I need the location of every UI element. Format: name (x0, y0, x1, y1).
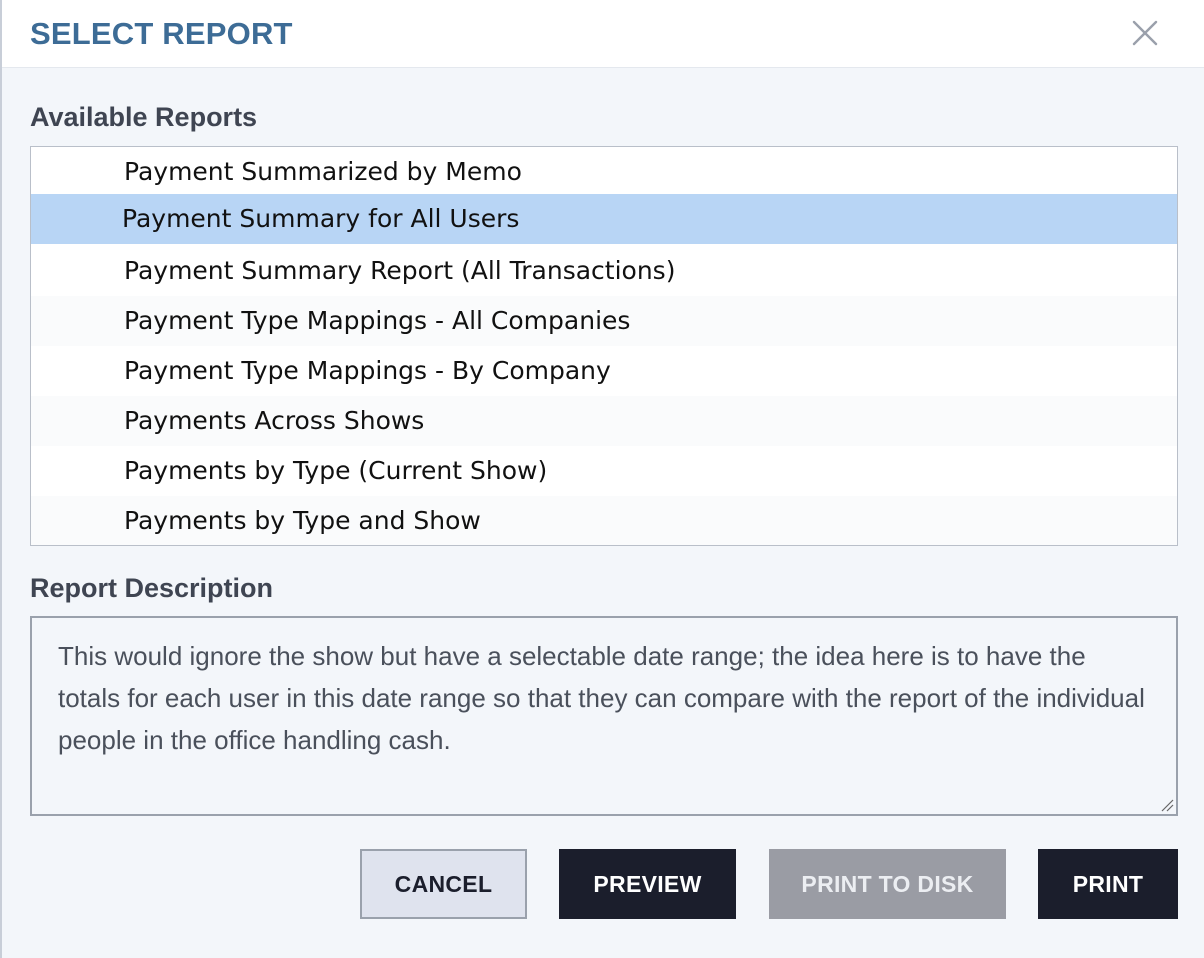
report-list-item[interactable]: Payment Summarized by Memo (31, 147, 1177, 197)
report-list-item[interactable]: Payment Type Mappings - All Companies (31, 296, 1177, 346)
report-list-item-selected[interactable]: Payment Summary for All Users (31, 194, 1177, 244)
report-list-item[interactable]: Payments Across Shows (31, 396, 1177, 446)
report-description-text: This would ignore the show but have a se… (58, 641, 1145, 755)
report-list-item[interactable]: Payments by Type (Current Show) (31, 446, 1177, 496)
print-to-disk-button[interactable]: PRINT TO DISK (769, 849, 1006, 919)
cancel-button[interactable]: CANCEL (360, 849, 527, 919)
print-button[interactable]: PRINT (1038, 849, 1178, 919)
dialog-header: SELECT REPORT (2, 0, 1204, 68)
available-reports-label: Available Reports (30, 102, 258, 132)
select-report-dialog: SELECT REPORT Available Reports Payment … (0, 0, 1204, 958)
report-description-box[interactable]: This would ignore the show but have a se… (30, 616, 1178, 816)
preview-button[interactable]: PREVIEW (559, 849, 736, 919)
report-list-item[interactable]: Payments by Type and Show (31, 496, 1177, 545)
report-list-item[interactable]: Payment Type Mappings - By Company (31, 346, 1177, 396)
dialog-title: SELECT REPORT (30, 16, 293, 51)
report-list-item[interactable]: Payment Summary Report (All Transactions… (31, 246, 1177, 296)
report-list[interactable]: Payment Summarized by Memo Payment Summa… (30, 146, 1178, 546)
close-icon[interactable] (1126, 14, 1164, 52)
resize-handle-icon[interactable] (1158, 796, 1174, 812)
report-description-label: Report Description (30, 573, 274, 603)
